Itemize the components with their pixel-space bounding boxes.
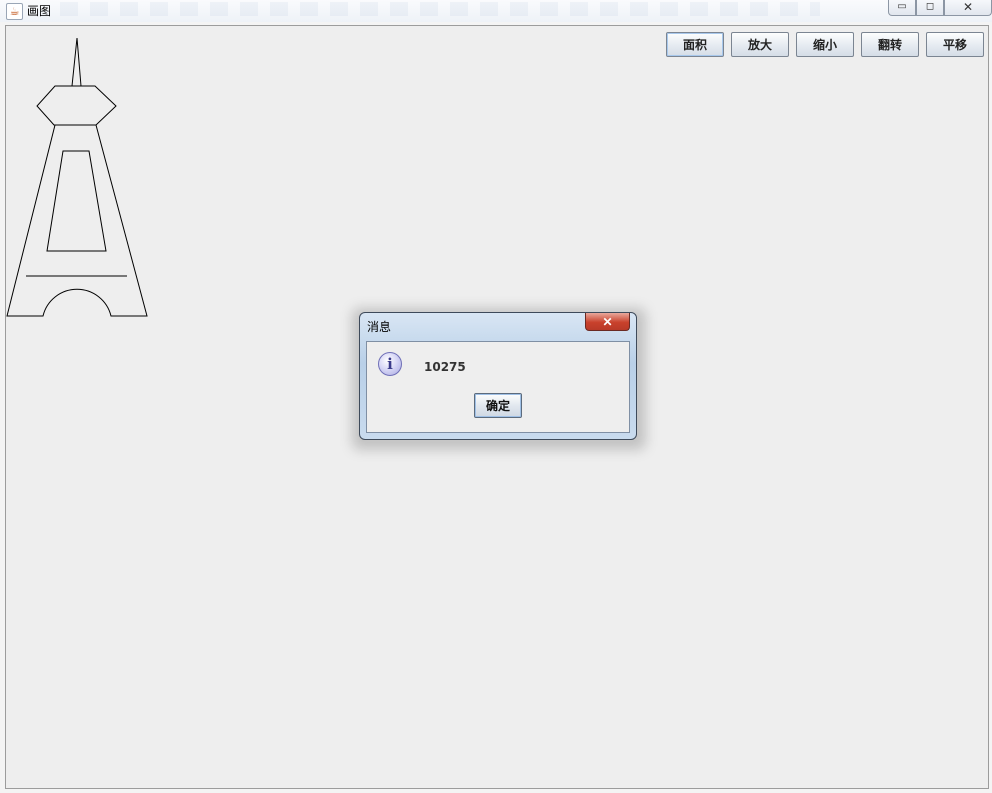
tower-body: [6, 124, 148, 317]
java-cup-icon: ☕: [6, 3, 23, 20]
maximize-button[interactable]: ◻: [916, 0, 944, 16]
ok-button[interactable]: 确定: [474, 393, 522, 418]
title-bar[interactable]: ☕ 画图 ▭ ◻ ✕: [0, 0, 992, 22]
zoom-in-button[interactable]: 放大: [731, 32, 789, 57]
flip-button[interactable]: 翻转: [861, 32, 919, 57]
dialog-body: i 10275 确定: [366, 341, 630, 433]
tower-spire: [71, 37, 82, 87]
tower-hexagon: [36, 85, 117, 126]
zoom-out-button[interactable]: 缩小: [796, 32, 854, 57]
window-controls: ▭ ◻ ✕: [888, 0, 992, 16]
information-icon: i: [378, 352, 402, 376]
dialog-close-button[interactable]: ✕: [585, 313, 630, 331]
message-dialog: 消息 ✕ i 10275 确定: [359, 312, 637, 440]
tower-window: [46, 150, 107, 252]
close-button[interactable]: ✕: [944, 0, 992, 16]
translate-button[interactable]: 平移: [926, 32, 984, 57]
dialog-message: 10275: [424, 360, 466, 374]
window-title: 画图: [27, 4, 52, 18]
minimize-button[interactable]: ▭: [888, 0, 916, 16]
area-button[interactable]: 面积: [666, 32, 724, 57]
background-blur: [60, 2, 820, 16]
app-window: ☕ 画图 ▭ ◻ ✕ 面积 放大 缩小 翻转 平移 消息 ✕ i 10275 确…: [0, 0, 992, 793]
dialog-title: 消息: [367, 320, 392, 334]
